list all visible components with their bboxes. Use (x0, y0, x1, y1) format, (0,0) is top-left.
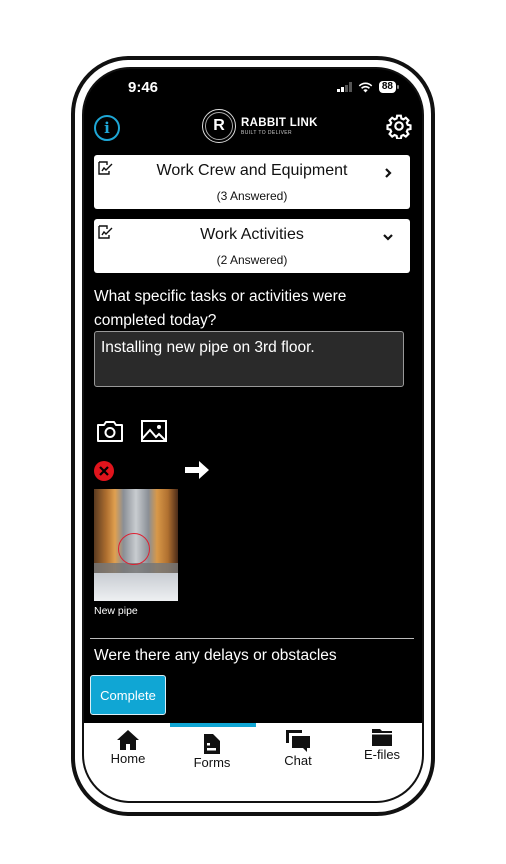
brand-tagline: BUILT TO DELIVER (241, 129, 293, 136)
complete-button[interactable]: Complete (90, 675, 166, 715)
section-work-crew[interactable]: Work Crew and Equipment (3 Answered) (94, 155, 410, 209)
section-title: Work Crew and Equipment (156, 162, 348, 179)
battery-indicator: 88 (378, 81, 400, 93)
brand-logo: R RABBIT LINK BUILT TO DELIVER (202, 109, 318, 143)
section-work-activities[interactable]: Work Activities (2 Answered) (94, 219, 410, 273)
section-answered-count: (2 Answered) (216, 253, 288, 267)
tasks-answer-input[interactable]: Installing new pipe on 3rd floor. (94, 331, 404, 387)
question-tasks-label: What specific tasks or activities were c… (94, 288, 347, 329)
chat-icon (286, 730, 310, 752)
question-delays-label: Were there any delays or obstacles (94, 647, 337, 664)
tab-home[interactable]: Home (86, 729, 170, 789)
section-answered-count: (3 Answered) (216, 189, 288, 203)
tab-chat[interactable]: Chat (256, 729, 340, 789)
tab-forms[interactable]: Forms (170, 733, 254, 793)
active-tab-indicator (170, 723, 256, 727)
tab-label: E-files (363, 747, 401, 762)
close-icon (99, 466, 109, 476)
status-time: 9:46 (128, 79, 159, 96)
tab-efiles[interactable]: E-files (340, 727, 422, 787)
wifi-icon (358, 82, 373, 92)
forms-icon (204, 734, 220, 754)
phone-screen: 9:46 88 i R RABBIT LINK BUILT TO DELIVER (82, 67, 424, 803)
photo-caption: New pipe (94, 605, 138, 617)
info-icon: i (104, 119, 110, 137)
folder-icon (372, 729, 392, 746)
tab-label: Forms (193, 755, 231, 770)
tab-label: Home (110, 751, 146, 766)
logo-mark: R (202, 109, 236, 143)
remove-photo-button[interactable] (94, 461, 114, 481)
divider (90, 638, 414, 639)
info-button[interactable]: i (94, 115, 120, 141)
camera-icon[interactable] (96, 419, 124, 443)
logo-letter: R (205, 112, 233, 140)
settings-gear-icon[interactable] (386, 113, 412, 139)
cellular-signal-icon (337, 82, 352, 92)
section-title: Work Activities (200, 226, 304, 243)
gallery-image-icon[interactable] (140, 419, 168, 443)
bottom-tab-bar: Home Forms Chat E-files (84, 723, 422, 801)
home-icon (117, 730, 139, 750)
status-icons: 88 (337, 81, 400, 93)
arrow-right-icon[interactable] (184, 459, 210, 481)
attached-photo-thumbnail[interactable] (94, 489, 178, 601)
chevron-right-icon (385, 168, 392, 178)
brand-name: RABBIT LINK (241, 116, 318, 129)
tab-label: Chat (284, 753, 312, 768)
chevron-down-icon (383, 234, 393, 241)
app-header: i R RABBIT LINK BUILT TO DELIVER (84, 109, 422, 153)
